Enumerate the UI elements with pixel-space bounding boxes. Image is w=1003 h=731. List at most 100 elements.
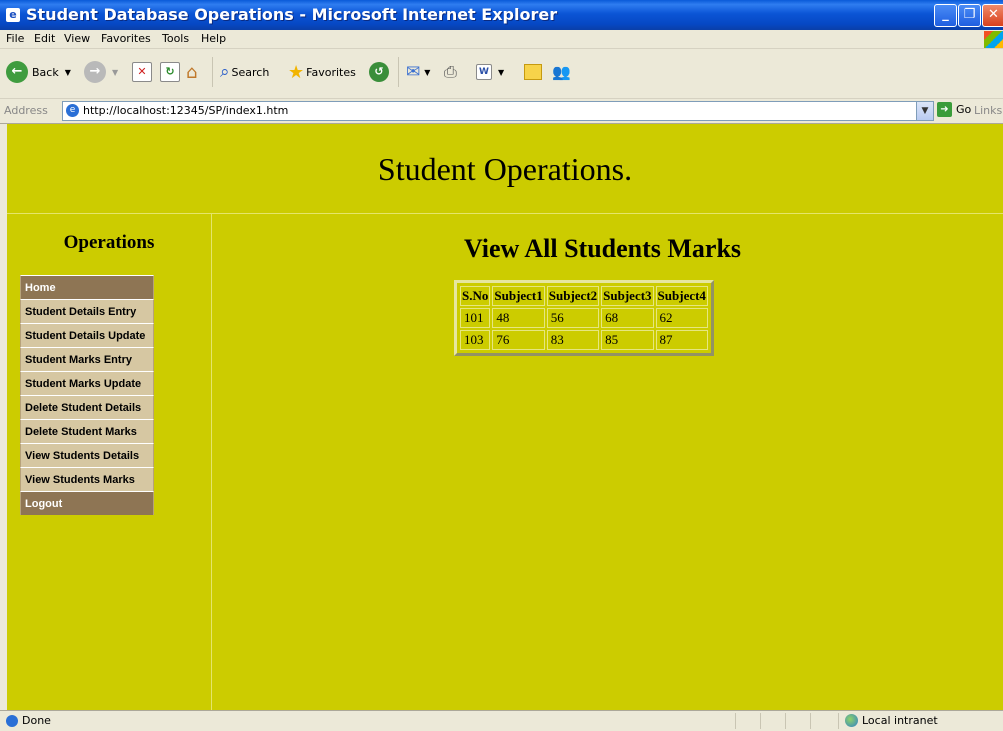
refresh-button[interactable]: ↻ <box>160 60 180 84</box>
status-bar: Done Local intranet <box>0 710 1003 731</box>
favorites-star-icon: ★ <box>288 61 305 83</box>
page-icon: e <box>66 104 79 117</box>
table-cell: 76 <box>492 330 545 350</box>
print-icon: ⎙ <box>444 62 457 81</box>
close-button[interactable]: ✕ <box>982 4 1003 27</box>
nav-item-delete-student-marks[interactable]: Delete Student Marks <box>20 419 154 443</box>
go-arrow-icon: ➜ <box>937 102 952 117</box>
mail-icon: ✉ <box>406 62 421 82</box>
chevron-down-icon: ▼ <box>64 67 71 77</box>
sidebar: Operations Home Student Details Entry St… <box>7 214 212 710</box>
page-header: Student Operations. <box>7 124 1003 214</box>
page-title: Student Operations. <box>377 151 633 187</box>
table-cell: 68 <box>601 308 654 328</box>
column-header: Subject4 <box>655 286 708 306</box>
status-divider <box>785 713 786 729</box>
toolbar: ← Back ▼ → ▼ ✕ ↻ ⌂ ⌕ Search ★ Favorites … <box>0 49 1003 99</box>
menu-edit[interactable]: Edit <box>34 32 55 45</box>
back-label: Back <box>32 65 59 79</box>
chevron-down-icon: ▼ <box>112 67 119 77</box>
nav-item-home[interactable]: Home <box>20 275 154 299</box>
menu-help[interactable]: Help <box>201 32 226 45</box>
table-cell: 87 <box>655 330 708 350</box>
status-divider <box>838 713 839 729</box>
history-button[interactable]: ↺ <box>369 60 389 84</box>
menu-file[interactable]: File <box>6 32 24 45</box>
toolbar-separator <box>212 57 213 87</box>
table-cell: 56 <box>546 308 600 328</box>
nav-item-delete-student-details[interactable]: Delete Student Details <box>20 395 154 419</box>
menu-tools[interactable]: Tools <box>162 32 189 45</box>
stop-button[interactable]: ✕ <box>132 60 152 84</box>
address-input[interactable]: e http://localhost:12345/SP/index1.htm ▼ <box>62 101 934 121</box>
home-icon: ⌂ <box>186 61 198 83</box>
table-cell: 83 <box>546 330 600 350</box>
stop-icon: ✕ <box>132 62 152 82</box>
windows-logo-icon <box>984 31 1003 48</box>
nav-item-student-marks-update[interactable]: Student Marks Update <box>20 371 154 395</box>
messenger-people-icon: 👥 <box>552 63 571 81</box>
minimize-button[interactable]: _ <box>934 4 957 27</box>
table-row: 101 48 56 68 62 <box>460 308 708 328</box>
window-title: Student Database Operations - Microsoft … <box>26 5 558 24</box>
zone-label: Local intranet <box>862 714 938 727</box>
maximize-button[interactable]: ❐ <box>958 4 981 27</box>
column-header: Subject3 <box>601 286 654 306</box>
forward-button[interactable]: → ▼ <box>84 60 118 84</box>
status-divider <box>760 713 761 729</box>
content-title: View All Students Marks <box>463 234 742 263</box>
nav-item-student-marks-entry[interactable]: Student Marks Entry <box>20 347 154 371</box>
edit-button[interactable]: W ▼ <box>476 60 504 84</box>
go-button[interactable]: ➜ Go <box>937 102 971 117</box>
table-row: 103 76 83 85 87 <box>460 330 708 350</box>
refresh-icon: ↻ <box>160 62 180 82</box>
address-label: Address <box>4 104 48 117</box>
print-button[interactable]: ⎙ <box>444 60 457 84</box>
mail-button[interactable]: ✉ ▼ <box>406 60 430 84</box>
search-button[interactable]: ⌕ Search <box>220 60 269 84</box>
address-dropdown-icon[interactable]: ▼ <box>916 102 933 120</box>
chevron-down-icon: ▼ <box>498 67 505 77</box>
discuss-button[interactable] <box>524 60 542 84</box>
sidebar-heading: Operations <box>63 232 155 253</box>
menu-view[interactable]: View <box>64 32 90 45</box>
word-edit-icon: W <box>476 64 492 80</box>
back-button[interactable]: ← Back ▼ <box>6 60 71 84</box>
menu-favorites[interactable]: Favorites <box>101 32 151 45</box>
address-bar: Address e http://localhost:12345/SP/inde… <box>0 99 1003 124</box>
table-cell: 62 <box>655 308 708 328</box>
table-cell: 48 <box>492 308 545 328</box>
messenger-button[interactable]: 👥 <box>552 60 571 84</box>
nav-item-student-details-entry[interactable]: Student Details Entry <box>20 299 154 323</box>
nav-item-view-students-details[interactable]: View Students Details <box>20 443 154 467</box>
web-page: Student Operations. Operations Home Stud… <box>7 124 1003 710</box>
go-label: Go <box>956 103 972 116</box>
status-divider <box>735 713 736 729</box>
status-divider <box>810 713 811 729</box>
column-header: Subject1 <box>492 286 545 306</box>
favorites-button[interactable]: ★ Favorites <box>288 60 356 84</box>
table-header-row: S.No Subject1 Subject2 Subject3 Subject4 <box>460 286 708 306</box>
links-button[interactable]: Links <box>974 104 1002 117</box>
marks-table: S.No Subject1 Subject2 Subject3 Subject4… <box>458 284 710 352</box>
security-zone: Local intranet <box>845 714 938 727</box>
table-cell: 85 <box>601 330 654 350</box>
nav-item-logout[interactable]: Logout <box>20 491 154 515</box>
status-done: Done <box>6 714 51 727</box>
back-arrow-icon: ← <box>6 61 28 83</box>
home-button[interactable]: ⌂ <box>186 60 197 84</box>
address-url[interactable]: http://localhost:12345/SP/index1.htm <box>83 104 288 117</box>
column-header: Subject2 <box>546 286 600 306</box>
status-text: Done <box>22 714 51 727</box>
main-content: View All Students Marks S.No Subject1 Su… <box>212 214 1003 710</box>
title-bar: e Student Database Operations - Microsof… <box>0 0 1003 30</box>
nav-item-view-students-marks[interactable]: View Students Marks <box>20 467 154 491</box>
ie-window-icon[interactable]: e <box>6 8 20 22</box>
intranet-globe-icon <box>845 714 858 727</box>
marks-table-frame: S.No Subject1 Subject2 Subject3 Subject4… <box>454 280 714 356</box>
toolbar-separator <box>398 57 399 87</box>
nav-item-student-details-update[interactable]: Student Details Update <box>20 323 154 347</box>
table-cell: 103 <box>460 330 491 350</box>
chevron-down-icon: ▼ <box>424 67 431 77</box>
page-done-icon <box>6 714 18 727</box>
